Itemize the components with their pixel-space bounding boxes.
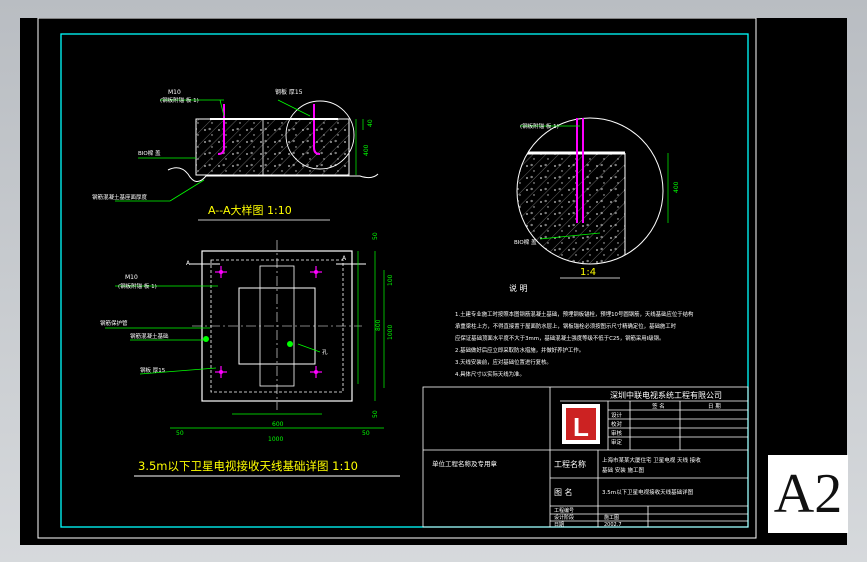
plan-bolt-marks — [215, 266, 322, 378]
plan-label-plate: 钢板 厚15 — [140, 366, 166, 374]
plan-label-m10b: (钢板附锚 板 1) — [118, 282, 157, 290]
title-block-logo: L — [562, 404, 600, 444]
section-dim-40: 40 — [367, 119, 374, 127]
section-label-paint: BIO樑 盖 — [138, 149, 161, 157]
title-bottom-label-2: 设计阶段 — [554, 514, 574, 521]
title-row-check: 校对 — [611, 420, 623, 428]
section-label-plate: 钢板 厚15 — [275, 88, 303, 96]
plan-dim-50d: 50 — [372, 410, 379, 418]
section-label-m10: M10 — [168, 89, 181, 96]
zoom-label-bottom: BIO樑 盖 — [514, 238, 537, 246]
section-title: A--A大样图 1:10 — [208, 203, 292, 217]
title-bottom-value-2: 施工图 — [604, 514, 619, 521]
cad-drawing: 40 400 M10 (钢板附锚 板 1) 钢板 厚15 BIO樑 盖 钢筋混凝… — [37, 18, 757, 539]
plan-dim-right: 800 — [375, 319, 382, 331]
section-aa-detail: 40 400 M10 (钢板附锚 板 1) 钢板 厚15 BIO樑 盖 钢筋混凝… — [92, 88, 379, 221]
cad-canvas[interactable]: 40 400 M10 (钢板附锚 板 1) 钢板 厚15 BIO樑 盖 钢筋混凝… — [20, 18, 847, 545]
plan-dim-outer: 1000 — [268, 436, 283, 443]
title-bottom-value-3: 2002.7 — [604, 522, 622, 528]
plan-view: A A M10 (钢板附锚 板 1) 钢筋保护管 钢筋混凝土基础 钢板 厚15 … — [100, 232, 400, 477]
title-row-review: 审核 — [611, 429, 623, 437]
plan-title: 3.5m以下卫星电视接收天线基础详图 1:10 — [138, 459, 358, 473]
title-row-design: 设计 — [611, 411, 623, 419]
plan-dim-50c: 50 — [372, 232, 379, 240]
inner-border — [60, 33, 749, 528]
plan-dim-outer-v: 1000 — [387, 325, 394, 340]
title-col-date: 日 期 — [708, 403, 721, 410]
title-company: 深圳中联电视系统工程有限公司 — [610, 390, 722, 400]
title-project-name: 上海市某某大厦住宅 卫星电视 天线 接收 — [602, 456, 701, 464]
plan-label-drain: 钢筋混凝土基础 — [130, 332, 169, 340]
notes-line-1: 1.土建专业施工时按照本图钢筋混凝土基础，预埋钢板锚栓，预埋10号圆钢筋，天线基… — [455, 310, 694, 318]
title-bottom-label-3: 日期 — [554, 522, 564, 528]
zoom-detail: 400 (钢板附锚 板 1) BIO樑 盖 1:4 — [514, 117, 680, 279]
notes-heading: 说 明 — [509, 283, 528, 293]
plan-dim-side: 100 — [387, 274, 394, 286]
title-left-label: 单位工程名称及专用章 — [432, 459, 498, 468]
plan-label-m10: M10 — [125, 274, 138, 281]
plan-marker-a-bottom: A — [342, 255, 347, 262]
notes-line-3: 应保证基础顶面水平度不大于3mm，基础混凝土强度等级不低于C25，钢筋采用I级钢… — [455, 334, 664, 342]
title-label-drawing: 图 名 — [554, 487, 573, 497]
notes: 说 明 1.土建专业施工时按照本图钢筋混凝土基础，预埋钢板锚栓，预埋10号圆钢筋… — [455, 283, 694, 378]
title-label-project: 工程名称 — [554, 459, 586, 469]
section-label-plate-top: (钢板附锚 板 1) — [160, 96, 199, 104]
section-dim-400: 400 — [363, 144, 370, 156]
zoom-title: 1:4 — [580, 267, 596, 278]
plan-label-pipe: 钢筋保护管 — [100, 319, 128, 327]
zoom-dim-400: 400 — [673, 181, 680, 193]
plan-dim-inner: 600 — [272, 421, 284, 428]
plan-dim-50b: 50 — [362, 430, 370, 437]
title-project-name-2: 基础 安装 施工图 — [602, 466, 644, 474]
notes-line-6: 4.具体尺寸以实际天线为准。 — [455, 370, 525, 378]
title-bottom-label-1: 工程编号 — [554, 507, 574, 514]
section-label-concrete: 钢筋混凝土基座面厚度 — [92, 193, 148, 201]
plan-label-hole: 孔 — [322, 348, 328, 356]
logo-glyph: L — [573, 412, 589, 442]
notes-line-5: 3.天线安装前，应对基础位置进行复核。 — [455, 358, 552, 366]
sheet-size-label: A2 — [768, 455, 848, 533]
title-drawing-name: 3.5m以下卫星电视接收天线基础详图 — [602, 488, 694, 496]
title-col-sign: 签 名 — [652, 402, 665, 410]
notes-line-2: 承重梁柱上方，不得直接置于屋面防水层上，钢板锚栓必须按图示尺寸精确定位，基础施工… — [455, 322, 677, 330]
title-row-approve: 审定 — [611, 438, 623, 446]
plan-dim-50a: 50 — [176, 430, 184, 437]
zoom-label-top: (钢板附锚 板 1) — [520, 122, 559, 130]
notes-line-4: 2.基础做好后应立即采取防水措施，并做好养护工作。 — [455, 346, 584, 354]
